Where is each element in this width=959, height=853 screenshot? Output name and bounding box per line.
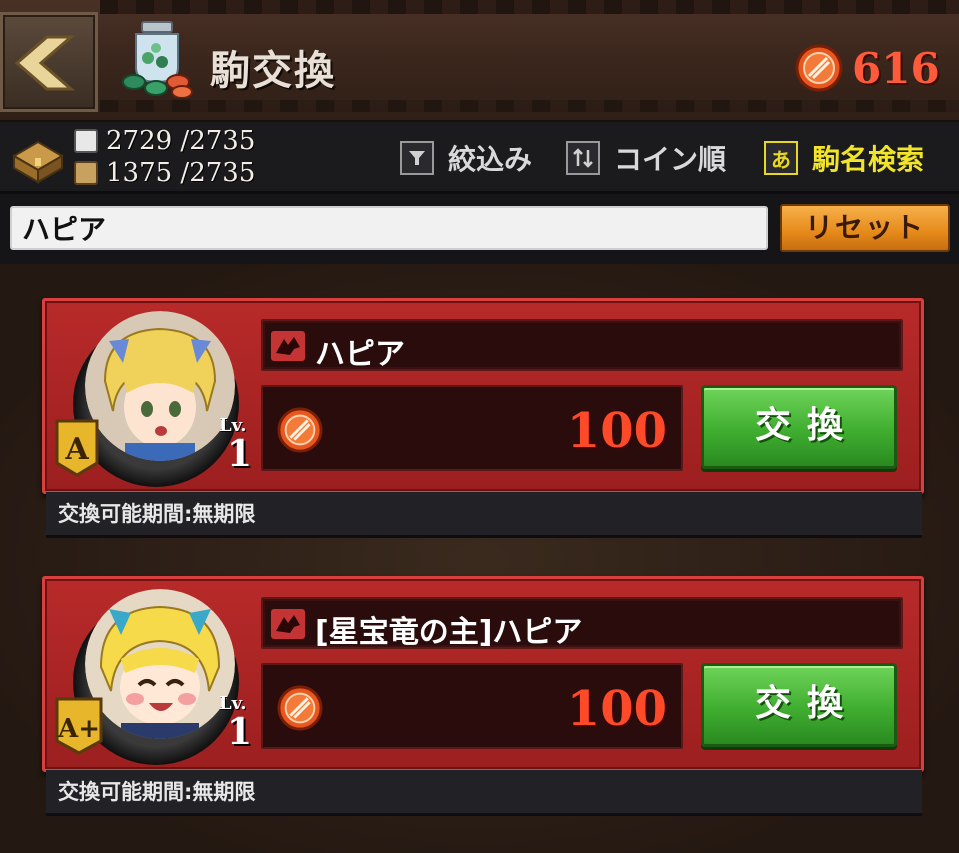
filter-label: 絞込み xyxy=(448,143,533,176)
count-row-a: 2729 /2735 xyxy=(74,126,255,156)
header-bar: 駒交換 616 xyxy=(0,0,959,122)
coin-icon xyxy=(277,685,323,731)
exchange-period: 交換可能期間:無期限 xyxy=(46,770,922,816)
back-button[interactable] xyxy=(0,12,98,112)
card-panel: A Lv. 1 ハピア 100 交換 xyxy=(42,298,924,494)
price-box: 100 xyxy=(261,385,683,471)
name-box: [星宝竜の主]ハピア xyxy=(261,597,903,650)
reset-button[interactable]: リセット xyxy=(780,204,950,252)
coin-total: 616 xyxy=(852,44,940,93)
list-item: A+ Lv. 1 [星宝竜の主]ハピア 100 交換 交換可能期間:無期限 xyxy=(42,576,924,824)
toolbar: 2729 /2735 1375 /2735 絞込み コイン順 あ 駒名検索 xyxy=(0,122,959,194)
exchange-button[interactable]: 交換 xyxy=(701,385,897,469)
piece-icon xyxy=(74,129,98,153)
rank-badge: A xyxy=(55,419,99,477)
coin-icon xyxy=(277,407,323,453)
coin-icon xyxy=(795,44,843,92)
svg-text:A+: A+ xyxy=(57,714,100,744)
dragon-icon xyxy=(271,609,305,639)
piece-alt-icon xyxy=(74,161,98,185)
chest-icon xyxy=(12,140,64,184)
piece-list: A Lv. 1 ハピア 100 交換 交換可能期間:無期限 A+ Lv. 1 [… xyxy=(0,264,959,853)
sort-button[interactable]: コイン順 xyxy=(566,140,726,176)
price-value: 100 xyxy=(566,403,667,459)
name-search-icon: あ xyxy=(764,141,798,175)
name-search-label: 駒名検索 xyxy=(812,143,925,176)
level-value: 1 xyxy=(227,711,253,753)
page-title: 駒交換 xyxy=(210,48,336,94)
card-panel: A+ Lv. 1 [星宝竜の主]ハピア 100 交換 xyxy=(42,576,924,772)
name-search-button[interactable]: あ 駒名検索 xyxy=(764,140,924,176)
count-b: 1375 /2735 xyxy=(106,158,256,188)
filter-button[interactable]: 絞込み xyxy=(400,140,532,176)
svg-text:A: A xyxy=(64,432,89,467)
coin-jar-icon xyxy=(122,21,193,98)
piece-name: [星宝竜の主]ハピア xyxy=(315,615,583,650)
count-row-b: 1375 /2735 xyxy=(74,158,255,188)
list-item: A Lv. 1 ハピア 100 交換 交換可能期間:無期限 xyxy=(42,298,924,546)
count-a: 2729 /2735 xyxy=(106,126,256,156)
price-value: 100 xyxy=(566,681,667,737)
avatar xyxy=(85,311,235,461)
name-box: ハピア xyxy=(261,319,903,372)
sort-label: コイン順 xyxy=(614,143,727,176)
back-arrow-icon xyxy=(14,35,76,91)
exchange-period: 交換可能期間:無期限 xyxy=(46,492,922,538)
sort-icon xyxy=(566,141,600,175)
search-input[interactable] xyxy=(10,206,768,250)
piece-name: ハピア xyxy=(315,337,405,372)
search-bar: リセット xyxy=(0,194,959,264)
rank-badge: A+ xyxy=(55,697,103,755)
exchange-button[interactable]: 交換 xyxy=(701,663,897,747)
price-box: 100 xyxy=(261,663,683,749)
dragon-icon xyxy=(271,331,305,361)
filter-icon xyxy=(400,141,434,175)
level-value: 1 xyxy=(227,433,253,475)
